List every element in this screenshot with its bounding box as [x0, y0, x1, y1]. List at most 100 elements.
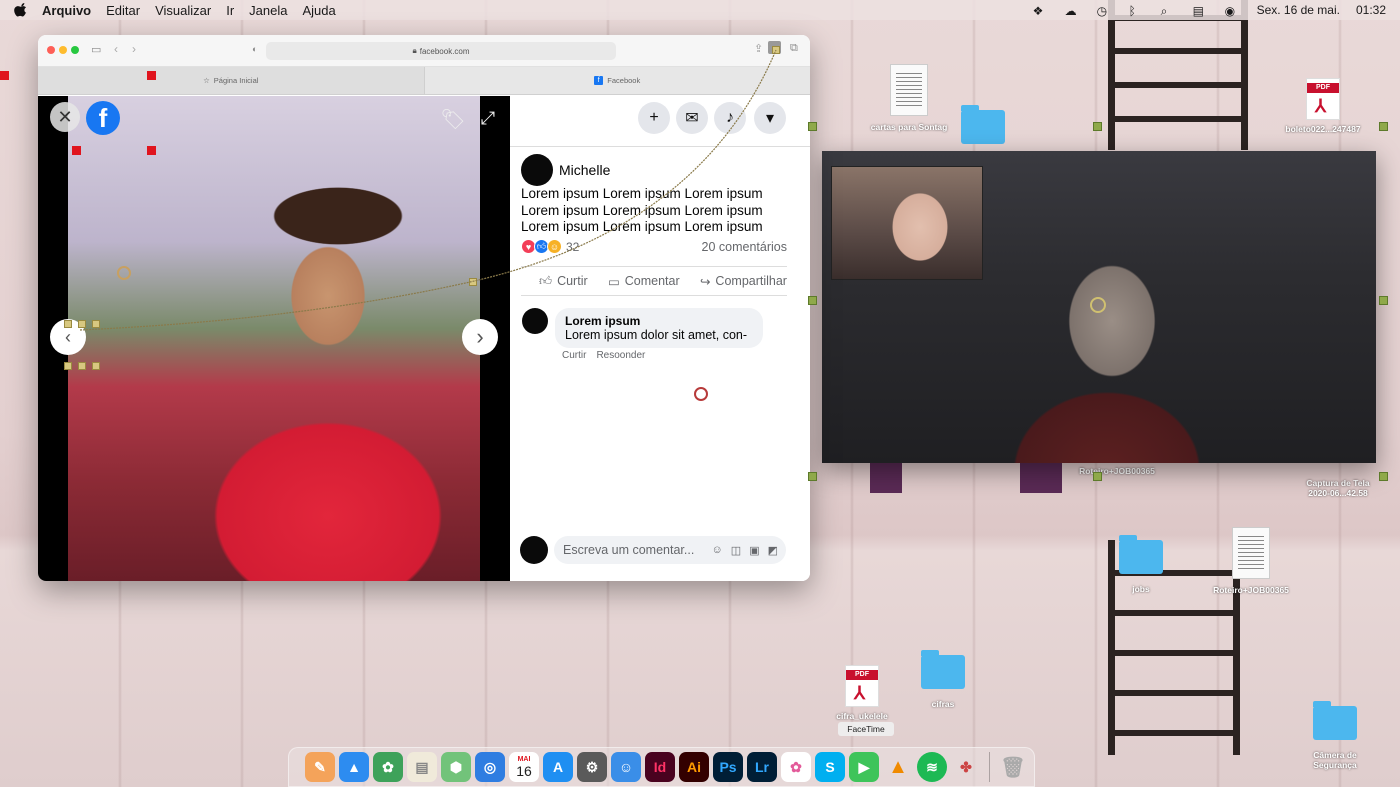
dock-app-system-preferences[interactable]: ⚙ — [577, 752, 607, 782]
dropbox-icon[interactable]: ❖ — [1033, 4, 1049, 18]
create-button[interactable]: + — [638, 102, 670, 134]
emoji-icon[interactable]: ☺ — [712, 544, 723, 557]
post-text: Lorem ipsum Lorem ipsum Lorem ipsum Lore… — [521, 186, 763, 234]
share-icon[interactable]: ⇪ — [754, 42, 763, 55]
facetime-window[interactable] — [822, 151, 1376, 463]
desktop-icon-pdf[interactable]: PDF ⅄ boleto022...247487 — [1276, 78, 1370, 134]
dock-app-spotify[interactable]: ≋ — [917, 752, 947, 782]
close-window-button[interactable] — [47, 46, 55, 54]
menu-arquivo[interactable]: Arquivo — [42, 3, 91, 18]
selection-handle — [0, 71, 9, 80]
dock-app-photos[interactable]: ✿ — [781, 752, 811, 782]
gif-icon[interactable]: ▣ — [749, 544, 759, 557]
search-icon[interactable]: ⌕ — [1161, 4, 1177, 18]
dock-app-skype[interactable]: S — [815, 752, 845, 782]
avatar[interactable] — [521, 154, 553, 186]
creative-cloud-icon[interactable]: ☁ — [1065, 4, 1081, 18]
minimize-window-button[interactable] — [59, 46, 67, 54]
desktop-icon-document[interactable]: Roteiro+JOB00365 — [1206, 527, 1296, 595]
dock-app-photoshop[interactable]: Ps — [713, 752, 743, 782]
menu-time[interactable]: 01:32 — [1356, 3, 1386, 17]
forward-icon[interactable]: › — [132, 42, 136, 56]
dock-app-evernote[interactable]: ✿ — [373, 752, 403, 782]
selection-handle — [64, 320, 72, 328]
desktop-icon-roteiro[interactable]: Roteiro+JOB00365 — [1072, 466, 1162, 476]
zoom-window-button[interactable] — [71, 46, 79, 54]
reactions-summary[interactable]: ♥ 👍︎ ☺ 32 — [521, 239, 579, 254]
menu-date[interactable]: Sex. 16 de mai. — [1257, 3, 1340, 17]
menu-ir[interactable]: Ir — [226, 3, 234, 18]
privacy-shield-icon[interactable]: ◐ — [252, 44, 257, 54]
close-viewer-button[interactable]: ✕ — [50, 102, 80, 132]
comment-like-link[interactable]: Curtir — [562, 350, 586, 361]
comment-input[interactable]: Escreva um comentar... ☺ ◫ ▣ ◩ — [554, 536, 786, 564]
tab-facebook[interactable]: f Facebook — [425, 67, 811, 94]
desktop-icon-folder-camera[interactable]: Câmera de Segurança — [1300, 701, 1370, 770]
desktop-icon-folder-cifras[interactable]: cifras — [918, 650, 968, 709]
desktop-icon-pdf[interactable]: PDF ⅄ cifra_ukelele — [824, 665, 900, 721]
dock-app-lightroom[interactable]: Lr — [747, 752, 777, 782]
thumbs-up-icon: 👍︎ — [539, 273, 553, 288]
comment-tools: ☺ ◫ ▣ ◩ — [712, 544, 778, 557]
tag-icon: 🏷︎ — [440, 108, 466, 131]
facetime-self-view[interactable] — [831, 166, 983, 280]
dock-app-safari[interactable]: ◎ — [475, 752, 505, 782]
plus-icon: + — [649, 109, 659, 126]
next-photo-button[interactable]: › — [462, 319, 498, 355]
dock-app-app-store[interactable]: A — [543, 752, 573, 782]
dock: ✎ ▲ ✿ ▤ ⬢ ◎ MAI 16 A ⚙ ☺ Id Ai Ps Lr ✿ S… — [288, 747, 1035, 787]
share-button[interactable]: ↪ Compartilhar — [700, 274, 787, 289]
comment-icon: ▭ — [607, 274, 620, 289]
account-menu-button[interactable]: ▾ — [754, 102, 786, 134]
desktop-icon-folder-jobs[interactable]: jobs — [1116, 535, 1166, 594]
tag-photo-button[interactable]: 🏷︎ — [440, 106, 466, 132]
bluetooth-icon[interactable]: ᛒ — [1129, 4, 1145, 18]
fullscreen-button[interactable]: ⤢ — [476, 106, 500, 130]
tab-pagina-inicial[interactable]: ☆ Página Inicial — [38, 67, 425, 94]
comments-count[interactable]: 20 comentários — [702, 240, 787, 254]
selection-handle — [1379, 472, 1388, 481]
menu-janela[interactable]: Janela — [249, 3, 287, 18]
menu-bar: Arquivo Editar Visualizar Ir Janela Ajud… — [0, 0, 1400, 20]
dock-app-facetime[interactable]: ▶ — [849, 752, 879, 782]
url-field[interactable]: 🔒︎ facebook.com — [266, 42, 616, 60]
back-icon[interactable]: ‹ — [114, 42, 118, 56]
time-machine-icon[interactable]: ◷ — [1097, 4, 1113, 18]
control-center-icon[interactable]: ▤ — [1193, 4, 1209, 18]
menu-visualizar[interactable]: Visualizar — [155, 3, 211, 18]
menu-ajuda[interactable]: Ajuda — [302, 3, 335, 18]
tabs-overview-icon[interactable]: ⧉ — [790, 42, 798, 55]
post-photo[interactable] — [68, 96, 480, 581]
dock-app-illustrator[interactable]: Ai — [679, 752, 709, 782]
comment-button[interactable]: ▭ Comentar — [608, 274, 680, 289]
dock-app-indesign[interactable]: Id — [645, 752, 675, 782]
dock-trash[interactable]: 🗑︎ — [998, 752, 1028, 782]
menu-editar[interactable]: Editar — [106, 3, 140, 18]
dock-app-keynote[interactable]: ▲ — [339, 752, 369, 782]
dock-app-pages[interactable]: ✎ — [305, 752, 335, 782]
dock-app-vlc[interactable]: ▲ — [883, 752, 913, 782]
desktop-icon-document[interactable]: cartas para Sontag — [864, 64, 954, 132]
dock-app-calendar[interactable]: MAI 16 — [509, 752, 539, 782]
comment-reply-link[interactable]: Resoonder — [596, 350, 645, 361]
post-author[interactable]: Michelle — [559, 162, 610, 178]
dock-app-notes[interactable]: ▤ — [407, 752, 437, 782]
selection-handle — [78, 320, 86, 328]
avatar[interactable] — [522, 308, 548, 334]
sidebar-icon[interactable]: ▭ — [91, 43, 101, 56]
dock-app-utility[interactable]: ✤ — [951, 752, 981, 782]
camera-icon[interactable]: ◫ — [731, 544, 741, 557]
siri-icon[interactable]: ◉ — [1225, 4, 1241, 18]
notifications-button[interactable]: ♪ — [714, 102, 746, 134]
desktop-icon-folder[interactable] — [958, 105, 1008, 144]
selection-handle — [64, 362, 72, 370]
sticker-icon[interactable]: ◩ — [768, 544, 778, 557]
facebook-logo[interactable]: f — [86, 101, 120, 135]
like-button[interactable]: 👍︎ Curtir — [539, 274, 588, 289]
comment-author[interactable]: Lorem ipsum — [565, 314, 753, 328]
dock-app-maps[interactable]: ⬢ — [441, 752, 471, 782]
desktop-icon-screenshot[interactable]: Captura de Tela 2020-06...42.58 — [1298, 478, 1378, 498]
apple-icon[interactable] — [14, 3, 28, 17]
messenger-button[interactable]: ✉ — [676, 102, 708, 134]
dock-app-finder[interactable]: ☺ — [611, 752, 641, 782]
